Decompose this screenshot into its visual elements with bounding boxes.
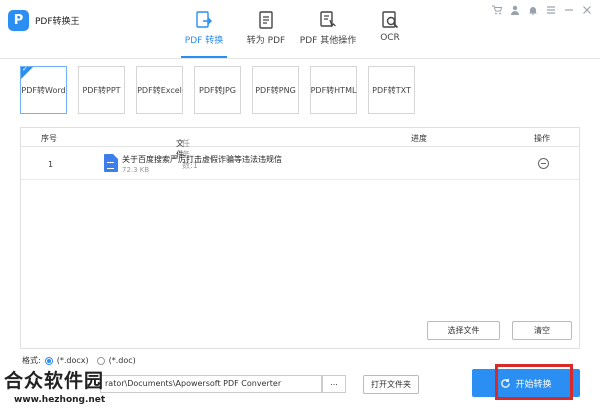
app-logo: P (8, 10, 29, 31)
subtab-pdf-to-ppt[interactable]: PDF转PPT (78, 66, 125, 114)
subtab-pdf-to-jpg[interactable]: PDF转JPG (194, 66, 241, 114)
watermark-text: 合众软件园 (4, 370, 105, 392)
header-index: 序号 (41, 134, 57, 143)
start-convert-label: 开始转换 (515, 379, 552, 390)
header-divider (0, 58, 600, 59)
table-header: 序号 文件 任务数:1 进度 操作 (21, 128, 579, 170)
radio-docx[interactable] (44, 356, 53, 365)
open-folder-button[interactable]: 打开文件夹 (363, 375, 419, 394)
file-size: 72.3 KB (122, 166, 150, 174)
subtab-pdf-to-png[interactable]: PDF转PNG (252, 66, 299, 114)
word-document-icon (104, 154, 118, 172)
menu-icon[interactable] (544, 4, 558, 16)
app-title: PDF转换王 (35, 17, 80, 27)
row-index: 1 (48, 160, 54, 169)
nav-ocr[interactable]: OCR (359, 6, 421, 54)
watermark-url: www.hezhong.net (14, 395, 106, 405)
main-nav: PDF 转换 转为 PDF PDF 其他操作 OCR (173, 6, 421, 58)
subtab-pdf-to-excel[interactable]: PDF转Excel (136, 66, 183, 114)
nav-pdf-other-ops[interactable]: PDF 其他操作 (297, 6, 359, 54)
remove-file-icon[interactable] (538, 158, 549, 169)
file-table: 序号 文件 任务数:1 进度 操作 1 关于百度搜索严厉打击虚假诈骗等违法违规信 … (20, 127, 580, 349)
window-controls (490, 4, 594, 16)
file-name: 关于百度搜索严厉打击虚假诈骗等违法违规信 (122, 155, 282, 164)
select-files-button[interactable]: 选择文件 (427, 321, 500, 340)
ocr-icon (382, 11, 399, 29)
nav-to-pdf[interactable]: 转为 PDF (235, 6, 297, 54)
subtab-pdf-to-txt[interactable]: PDF转TXT (368, 66, 415, 114)
browse-button[interactable]: ... (322, 375, 346, 393)
bell-icon[interactable] (526, 4, 540, 16)
refresh-icon (501, 378, 511, 388)
radio-doc[interactable] (96, 356, 105, 365)
pdf-other-ops-icon (320, 11, 336, 28)
header-action: 操作 (534, 134, 550, 143)
pdf-convert-icon (196, 11, 212, 28)
to-pdf-icon (259, 11, 273, 29)
subtab-pdf-to-word[interactable]: PDF转Word (20, 65, 67, 114)
minimize-icon[interactable] (562, 4, 576, 16)
table-row[interactable]: 1 关于百度搜索严厉打击虚假诈骗等违法违规信 72.3 KB (21, 148, 579, 180)
output-path-field[interactable]: rator\Documents\Apowersoft PDF Converter (100, 375, 322, 393)
start-convert-button[interactable]: 开始转换 (472, 369, 580, 397)
nav-label: 转为 PDF (246, 36, 286, 46)
clear-button[interactable]: 清空 (512, 321, 572, 340)
header-progress: 进度 (411, 134, 427, 143)
user-icon[interactable] (508, 4, 522, 16)
format-doc-label: (*.doc) (108, 356, 136, 365)
nav-label: OCR (380, 33, 400, 43)
format-label: 格式: (22, 356, 41, 365)
close-icon[interactable] (580, 4, 594, 16)
conversion-type-tabs: PDF转Word PDF转PPT PDF转Excel PDF转JPG PDF转P… (20, 65, 415, 114)
format-docx-label: (*.docx) (56, 356, 89, 365)
cart-icon[interactable] (490, 4, 504, 16)
format-options: 格式: (*.docx) (*.doc) (22, 355, 136, 366)
nav-label: PDF 转换 (184, 36, 224, 46)
subtab-pdf-to-html[interactable]: PDF转HTML (310, 66, 357, 114)
title-bar: P PDF转换王 PDF 转换 转为 PDF PDF 其他操作 OCR (0, 0, 600, 58)
nav-label: PDF 其他操作 (299, 36, 357, 46)
nav-pdf-convert[interactable]: PDF 转换 (173, 6, 235, 58)
